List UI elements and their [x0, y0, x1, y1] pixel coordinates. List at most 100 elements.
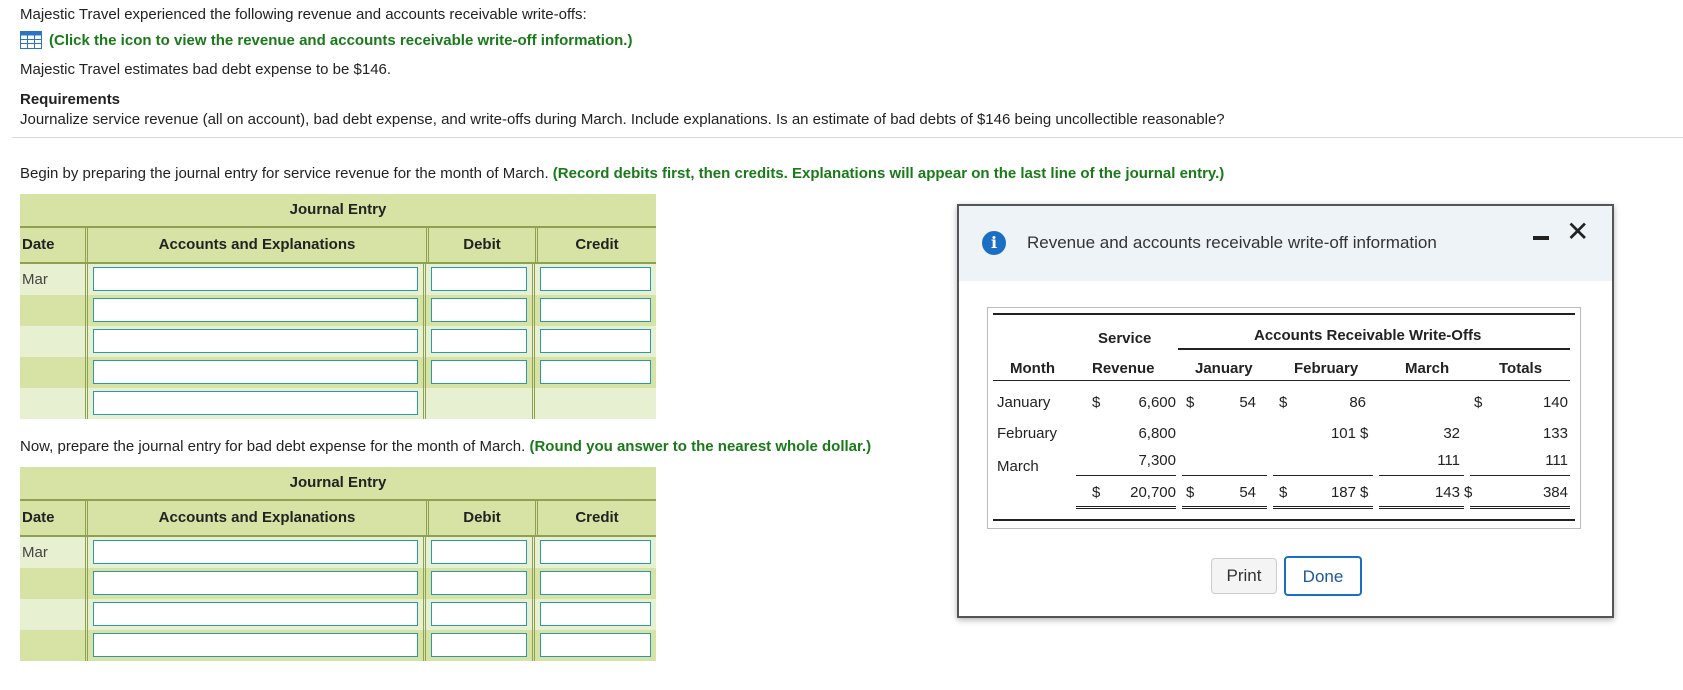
col-credit: Credit	[575, 509, 619, 526]
account-input[interactable]	[93, 540, 418, 564]
dialog-title: Revenue and accounts receivable write-of…	[1027, 233, 1437, 252]
header-service: Service	[1098, 330, 1152, 347]
journal-entry-table-2: Journal Entry Date Accounts and Explanat…	[20, 467, 656, 661]
credit-input[interactable]	[540, 298, 651, 322]
header-ar-writeoffs: Accounts Receivable Write-Offs	[1254, 327, 1482, 344]
header-totals: Totals	[1499, 360, 1543, 377]
account-input[interactable]	[93, 360, 418, 384]
total-value: 133	[1542, 425, 1568, 442]
step2-text: Now, prepare the journal entry for bad d…	[20, 438, 526, 455]
debit-input[interactable]	[431, 267, 527, 291]
journal-explanation-row	[20, 388, 656, 419]
credit-input[interactable]	[540, 571, 651, 595]
account-input[interactable]	[93, 602, 418, 626]
revenue-writeoff-table: Service Accounts Receivable Write-Offs M…	[987, 307, 1581, 529]
credit-input[interactable]	[540, 267, 651, 291]
dialog-header: i Revenue and accounts receivable write-…	[959, 206, 1612, 281]
debit-input[interactable]	[431, 540, 527, 564]
table-icon[interactable]	[20, 31, 42, 53]
currency-sign: $	[1186, 484, 1195, 501]
done-button[interactable]: Done	[1284, 556, 1362, 596]
currency-sign: $	[1186, 394, 1195, 411]
debit-input[interactable]	[431, 602, 527, 626]
journal-header-row: Date Accounts and Explanations Debit Cre…	[20, 499, 656, 537]
total-value: 140	[1542, 394, 1568, 411]
info-link[interactable]: (Click the icon to view the revenue and …	[20, 31, 632, 53]
account-input[interactable]	[93, 298, 418, 322]
total-revenue: 20,700	[1130, 484, 1176, 501]
journal-row	[20, 357, 656, 388]
account-input[interactable]	[93, 571, 418, 595]
step1-hint: (Record debits first, then credits. Expl…	[552, 165, 1225, 182]
total-jan: 54	[1239, 484, 1256, 501]
col-accounts: Accounts and Explanations	[85, 228, 429, 262]
header-month: Month	[1010, 360, 1055, 377]
debit-input[interactable]	[431, 571, 527, 595]
info-link-text[interactable]: (Click the icon to view the revenue and …	[49, 32, 632, 49]
journal-row: Mar	[20, 537, 656, 568]
col-date: Date	[22, 509, 55, 526]
print-button[interactable]: Print	[1211, 558, 1277, 594]
col-date: Date	[22, 236, 55, 253]
journal-row	[20, 326, 656, 357]
info-icon: i	[982, 231, 1006, 255]
currency-sign: $	[1360, 425, 1369, 442]
total-grand: 384	[1542, 484, 1568, 501]
explanation-input[interactable]	[93, 391, 418, 415]
debit-input[interactable]	[431, 360, 527, 384]
col-credit: Credit	[575, 236, 619, 253]
row-month: February	[997, 425, 1058, 442]
currency-sign: $	[1360, 484, 1369, 501]
estimate-text: Majestic Travel estimates bad debt expen…	[20, 61, 392, 78]
currency-sign: $	[1092, 394, 1101, 411]
jan-value: 54	[1239, 394, 1256, 411]
requirements-heading: Requirements	[20, 91, 121, 108]
credit-input[interactable]	[540, 602, 651, 626]
credit-input[interactable]	[540, 633, 651, 657]
account-input[interactable]	[93, 633, 418, 657]
step2-hint: (Round you answer to the nearest whole d…	[529, 438, 872, 455]
feb-value: 86	[1349, 394, 1366, 411]
journal-row	[20, 568, 656, 599]
debit-input[interactable]	[431, 633, 527, 657]
minimize-icon[interactable]	[1533, 236, 1549, 240]
journal-entry-table-1: Journal Entry Date Accounts and Explanat…	[20, 194, 656, 419]
currency-sign: $	[1464, 484, 1473, 501]
date-cell: Mar	[22, 544, 48, 561]
currency-sign: $	[1279, 394, 1288, 411]
credit-input[interactable]	[540, 540, 651, 564]
divider	[12, 137, 1683, 138]
col-debit: Debit	[429, 501, 538, 535]
header-january: January	[1195, 360, 1253, 377]
account-input[interactable]	[93, 267, 418, 291]
mar-value: 111	[1437, 452, 1460, 469]
requirements-text: Journalize service revenue (all on accou…	[20, 111, 1225, 128]
header-revenue: Revenue	[1092, 360, 1155, 377]
account-input[interactable]	[93, 329, 418, 353]
header-february: February	[1294, 360, 1359, 377]
journal-title: Journal Entry	[20, 194, 656, 226]
debit-input[interactable]	[431, 329, 527, 353]
currency-sign: $	[1279, 484, 1288, 501]
credit-input[interactable]	[540, 360, 651, 384]
total-value: 111	[1545, 452, 1568, 469]
mar-value: 32	[1443, 425, 1460, 442]
step2-instruction: Now, prepare the journal entry for bad d…	[20, 438, 871, 455]
info-dialog: i Revenue and accounts receivable write-…	[957, 204, 1614, 618]
revenue-value: 6,800	[1138, 425, 1176, 442]
credit-input[interactable]	[540, 329, 651, 353]
journal-row	[20, 630, 656, 661]
journal-header-row: Date Accounts and Explanations Debit Cre…	[20, 226, 656, 264]
revenue-value: 6,600	[1138, 394, 1176, 411]
step1-text: Begin by preparing the journal entry for…	[20, 165, 549, 182]
step1-instruction: Begin by preparing the journal entry for…	[20, 165, 1224, 182]
total-feb: 187	[1330, 484, 1356, 501]
journal-row	[20, 599, 656, 630]
row-month: January	[997, 394, 1051, 411]
total-mar: 143	[1434, 484, 1460, 501]
currency-sign: $	[1092, 484, 1101, 501]
header-march: March	[1405, 360, 1450, 377]
close-icon[interactable]: ✕	[1566, 218, 1589, 246]
debit-input[interactable]	[431, 298, 527, 322]
revenue-value: 7,300	[1138, 452, 1176, 469]
